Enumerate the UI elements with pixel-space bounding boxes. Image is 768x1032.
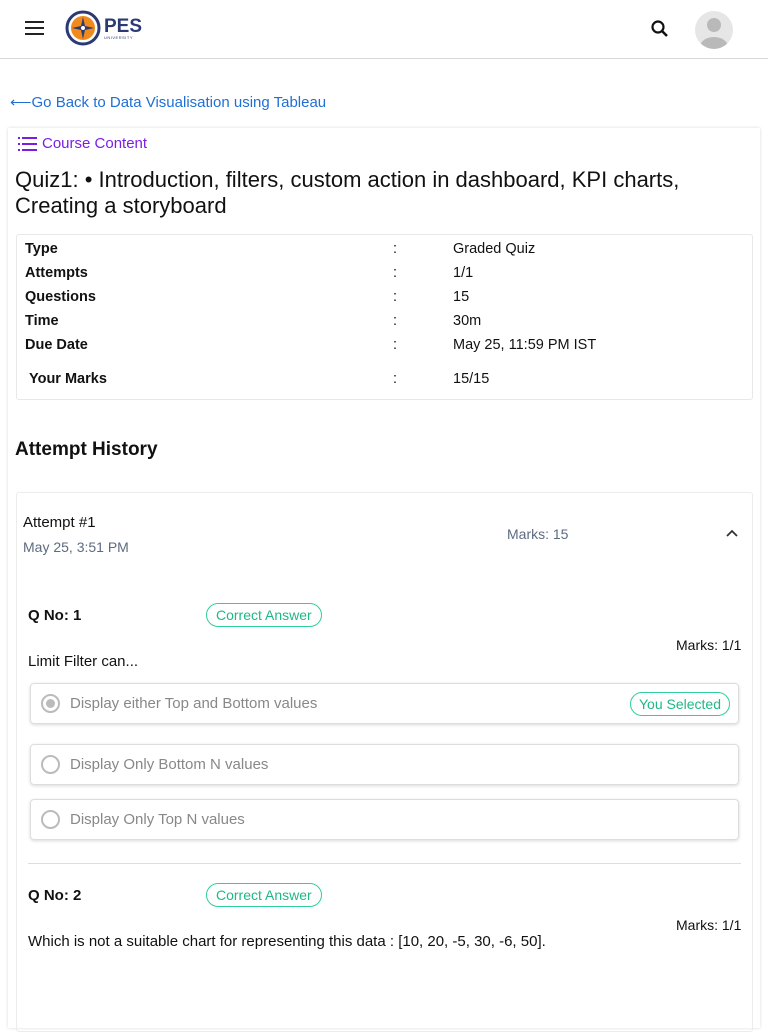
logo-emblem-icon — [65, 10, 101, 46]
course-content-label: Course Content — [42, 135, 148, 152]
colon: : — [393, 313, 398, 329]
chevron-up-icon[interactable] — [725, 528, 739, 538]
answer-option[interactable]: Display Only Bottom N values — [30, 744, 739, 785]
colon: : — [393, 289, 398, 305]
list-icon — [18, 136, 37, 151]
info-value: May 25, 11:59 PM IST — [453, 337, 597, 353]
info-key: Type — [25, 241, 58, 257]
page-title: Quiz1: • Introduction, filters, custom a… — [15, 167, 680, 218]
answer-option[interactable]: Display Only Top N values — [30, 799, 739, 840]
radio-icon — [41, 755, 60, 774]
info-value: 15/15 — [453, 371, 490, 387]
back-link-label: Go Back to Data Visualisation using Tabl… — [31, 94, 327, 111]
arrow-left-icon: ⟵ — [10, 94, 32, 111]
colon: : — [393, 241, 398, 257]
option-text: Display Only Top N values — [70, 811, 245, 828]
menu-icon[interactable] — [25, 21, 44, 35]
quiz-info-table: Type: Graded Quiz Attempts: 1/1 Questions:… — [16, 234, 753, 400]
info-value: 15 — [453, 289, 470, 305]
option-text: Display either Top and Bottom values — [70, 695, 318, 712]
info-key: Attempts — [25, 265, 88, 281]
search-icon[interactable] — [650, 19, 670, 39]
info-key: Time — [25, 313, 59, 329]
top-bar: PES UNIVERSITY — [0, 0, 768, 59]
attempt-date: May 25, 3:51 PM — [23, 539, 129, 555]
answer-option[interactable]: Display either Top and Bottom values You … — [30, 683, 739, 724]
question-number: Q No: 1 — [28, 607, 82, 624]
info-key: Your Marks — [29, 371, 107, 387]
attempt-history-heading: Attempt History — [15, 439, 158, 460]
question-marks: Marks: 1/1 — [676, 917, 742, 933]
info-value: 1/1 — [453, 265, 474, 281]
radio-icon — [41, 810, 60, 829]
attempt-marks: Marks: 15 — [507, 526, 569, 542]
question-marks: Marks: 1/1 — [676, 637, 742, 653]
colon: : — [393, 371, 398, 387]
avatar[interactable] — [695, 11, 733, 49]
info-value: Graded Quiz — [453, 241, 536, 257]
back-link[interactable]: ⟵Go Back to Data Visualisation using Tab… — [10, 93, 326, 111]
question-text: Limit Filter can... — [28, 653, 139, 670]
info-key: Questions — [25, 289, 96, 305]
correct-answer-badge: Correct Answer — [206, 883, 322, 907]
question-number: Q No: 2 — [28, 887, 82, 904]
divider — [28, 863, 741, 864]
course-content-link[interactable]: Course Content — [18, 135, 147, 152]
radio-selected-icon — [41, 694, 60, 713]
option-text: Display Only Bottom N values — [70, 756, 269, 773]
you-selected-badge: You Selected — [630, 692, 730, 716]
info-key: Due Date — [25, 337, 88, 353]
info-value: 30m — [453, 313, 482, 329]
correct-answer-badge: Correct Answer — [206, 603, 322, 627]
colon: : — [393, 337, 398, 353]
pes-logo[interactable]: PES UNIVERSITY — [65, 10, 142, 46]
colon: : — [393, 265, 398, 281]
question-text: Which is not a suitable chart for repres… — [28, 933, 546, 950]
attempt-title: Attempt #1 — [23, 514, 96, 531]
logo-text: PES — [104, 15, 143, 37]
